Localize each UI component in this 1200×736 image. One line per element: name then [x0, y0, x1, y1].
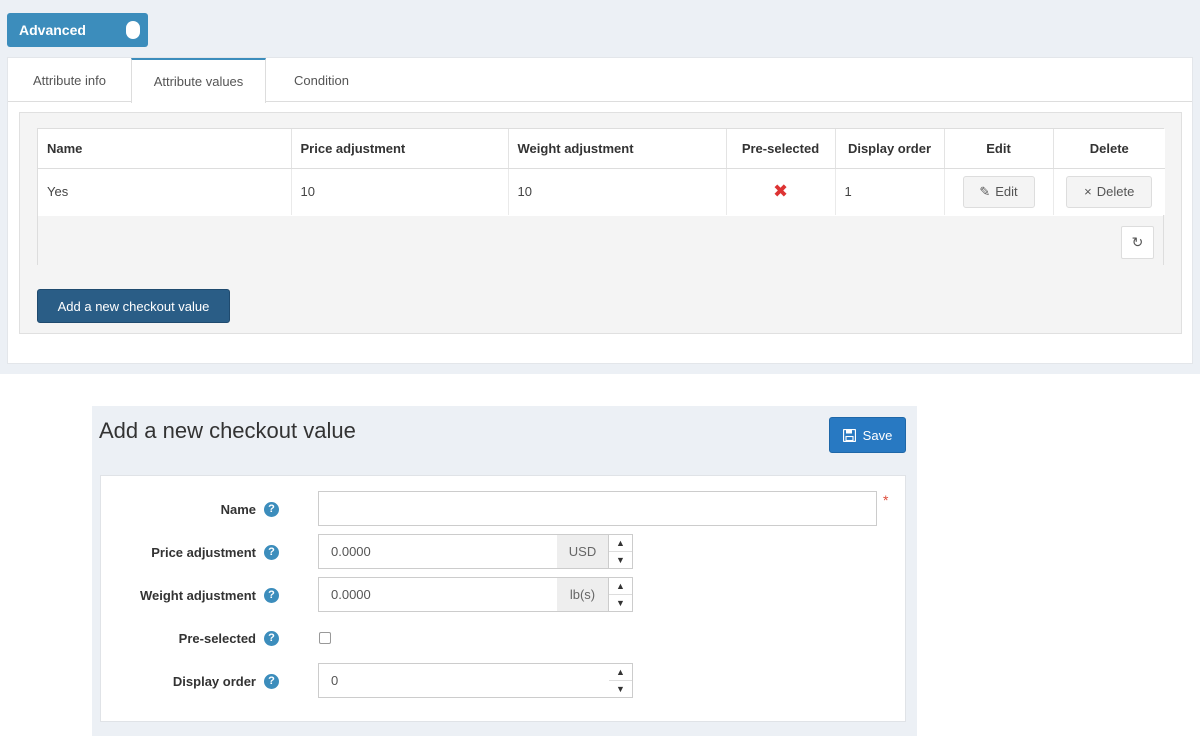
dialog-title: Add a new checkout value	[99, 418, 356, 443]
table-header-row: Name Price adjustment Weight adjustment …	[38, 129, 1165, 169]
close-icon: ×	[1084, 184, 1092, 200]
cell-display-order: 1	[835, 168, 945, 215]
refresh-button[interactable]: ↻	[1121, 226, 1154, 259]
col-header-display-order[interactable]: Display order	[835, 129, 945, 169]
chevron-up-icon[interactable]: ▲	[609, 535, 632, 552]
chevron-down-icon[interactable]: ▼	[609, 595, 632, 611]
toggle-knob	[126, 21, 140, 39]
weight-stepper[interactable]: ▲ ▼	[609, 577, 633, 612]
cell-name: Yes	[38, 168, 292, 215]
advanced-toggle-label: Advanced	[19, 22, 86, 38]
display-order-stepper[interactable]: ▲ ▼	[609, 663, 633, 698]
cell-weight: 10	[508, 168, 727, 215]
chevron-up-icon[interactable]: ▲	[609, 664, 632, 681]
display-order-label-text: Display order	[172, 673, 256, 689]
delete-button-label: Delete	[1096, 184, 1135, 200]
tab-bar: Attribute info Attribute values Conditio…	[8, 58, 1192, 103]
form-row-preselected: Pre-selected ?	[101, 620, 905, 656]
question-icon[interactable]: ?	[264, 673, 279, 689]
grid-footer: ↻	[38, 216, 1163, 265]
col-header-price[interactable]: Price adjustment	[291, 129, 509, 169]
form-row-name: Name ? *	[101, 491, 905, 527]
col-header-weight[interactable]: Weight adjustment	[508, 129, 727, 169]
col-header-delete: Delete	[1053, 129, 1165, 169]
chevron-up-icon[interactable]: ▲	[609, 578, 632, 595]
values-table: Name Price adjustment Weight adjustment …	[38, 129, 1165, 215]
save-button-label: Save	[862, 427, 893, 443]
add-checkout-value-button[interactable]: Add a new checkout value	[37, 289, 230, 323]
attribute-values-box: Name Price adjustment Weight adjustment …	[19, 112, 1182, 334]
question-icon[interactable]: ?	[264, 630, 279, 646]
price-label-text: Price adjustment	[151, 544, 256, 560]
currency-addon: USD	[557, 534, 609, 569]
col-header-edit: Edit	[944, 129, 1054, 169]
add-checkout-value-dialog: Add a new checkout value Save Name ? * P…	[92, 406, 917, 736]
display-order-input[interactable]: 0	[318, 663, 610, 698]
pencil-icon: ✎	[979, 183, 991, 199]
form-row-display-order: Display order ? 0 ▲ ▼	[101, 663, 905, 699]
weight-label: Weight adjustment ?	[140, 577, 279, 613]
required-asterisk: *	[883, 492, 889, 508]
weight-adjustment-input[interactable]: 0.0000	[318, 577, 558, 612]
tab-attribute-values[interactable]: Attribute values	[131, 58, 266, 103]
display-order-label: Display order ?	[173, 663, 279, 699]
checkout-value-form: Name ? * Price adjustment ? 0.0000 USD ▲…	[100, 475, 906, 722]
preselected-label-text: Pre-selected	[178, 630, 256, 646]
question-icon[interactable]: ?	[264, 587, 279, 603]
form-row-weight: Weight adjustment ? 0.0000 lb(s) ▲ ▼	[101, 577, 905, 613]
cell-price: 10	[291, 168, 509, 215]
form-row-price: Price adjustment ? 0.0000 USD ▲ ▼	[101, 534, 905, 570]
advanced-toggle[interactable]: Advanced	[7, 13, 148, 47]
cell-delete: × Delete	[1053, 168, 1165, 215]
price-stepper[interactable]: ▲ ▼	[609, 534, 633, 569]
price-adjustment-input[interactable]: 0.0000	[318, 534, 558, 569]
question-icon[interactable]: ?	[264, 544, 279, 560]
floppy-disk-icon	[842, 428, 856, 442]
cell-preselected: ✖	[726, 168, 836, 215]
col-header-name[interactable]: Name	[38, 129, 292, 169]
name-label-text: Name	[220, 501, 256, 517]
question-icon[interactable]: ?	[264, 501, 279, 517]
values-grid: Name Price adjustment Weight adjustment …	[37, 128, 1165, 265]
tab-condition[interactable]: Condition	[266, 58, 377, 102]
col-header-preselected[interactable]: Pre-selected	[726, 129, 836, 169]
cell-edit: ✎ Edit	[944, 168, 1054, 215]
delete-button[interactable]: × Delete	[1066, 175, 1153, 208]
save-button[interactable]: Save	[829, 417, 906, 453]
price-label: Price adjustment ?	[151, 534, 279, 570]
name-label: Name ?	[221, 491, 279, 527]
weight-label-text: Weight adjustment	[139, 587, 256, 603]
chevron-down-icon[interactable]: ▼	[609, 552, 632, 568]
name-input[interactable]	[318, 491, 877, 526]
edit-button[interactable]: ✎ Edit	[962, 175, 1035, 208]
x-icon: ✖	[772, 181, 789, 202]
tabs-card: Attribute info Attribute values Conditio…	[7, 57, 1193, 364]
attribute-panel: Advanced Attribute info Attribute values…	[0, 0, 1200, 374]
tab-attribute-info[interactable]: Attribute info	[8, 58, 131, 102]
chevron-down-icon[interactable]: ▼	[609, 681, 632, 697]
table-row: Yes 10 10 ✖ 1 ✎ Edit × Delete	[38, 168, 1165, 215]
preselected-checkbox[interactable]	[319, 632, 331, 644]
preselected-label: Pre-selected ?	[179, 620, 279, 656]
edit-button-label: Edit	[995, 184, 1018, 200]
refresh-icon: ↻	[1131, 234, 1144, 250]
weight-unit-addon: lb(s)	[557, 577, 609, 612]
